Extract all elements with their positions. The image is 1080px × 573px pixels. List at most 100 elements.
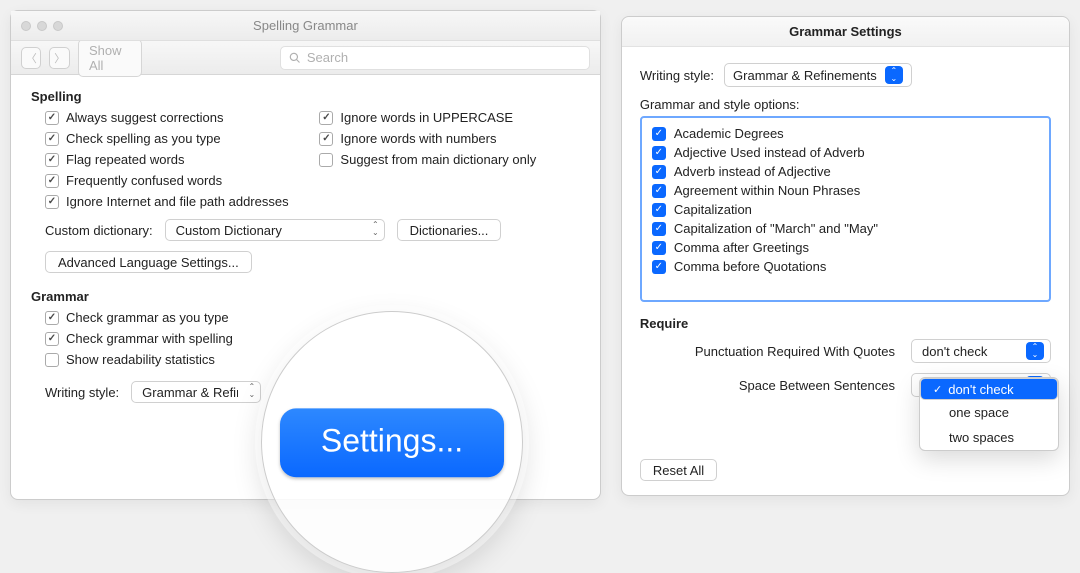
require-header: Require	[640, 316, 1051, 331]
grammar-option[interactable]: Capitalization of "March" and "May"	[648, 219, 1043, 238]
menu-item-label: don't check	[948, 382, 1013, 397]
writing-style-row: Writing style: Grammar & Refinements	[640, 63, 1051, 87]
checkbox-label: Suggest from main dictionary only	[340, 152, 536, 167]
reset-all-button[interactable]: Reset All	[640, 459, 717, 481]
menu-item[interactable]: one space	[920, 400, 1058, 425]
toolbar: 〈 〉 Show All Search	[11, 41, 600, 75]
checkbox-label: Frequently confused words	[66, 173, 222, 188]
checkbox-label: Check grammar as you type	[66, 310, 229, 325]
window-controls	[21, 21, 63, 31]
checkbox-icon	[45, 111, 59, 125]
grammar-checkbox[interactable]: Check grammar as you type	[45, 310, 305, 325]
checkbox-icon	[652, 146, 666, 160]
checkbox-icon	[45, 311, 59, 325]
show-all-button[interactable]: Show All	[78, 39, 142, 77]
checkbox-label: Ignore words with numbers	[340, 131, 496, 146]
grammar-checkbox[interactable]: Check grammar with spelling	[45, 331, 305, 346]
checkbox-icon	[652, 241, 666, 255]
writing-style-popup[interactable]: Grammar & Refinements	[724, 63, 912, 87]
option-label: Capitalization of "March" and "May"	[674, 221, 878, 236]
grammar-option[interactable]: Comma after Greetings	[648, 238, 1043, 257]
checkbox-label: Check spelling as you type	[66, 131, 221, 146]
writing-style-value: Grammar & Refinements	[733, 68, 877, 83]
checkbox-label: Ignore Internet and file path addresses	[66, 194, 289, 209]
updown-icon	[1026, 342, 1044, 360]
checkbox-icon	[652, 203, 666, 217]
dialog-footer: Reset All	[640, 459, 1051, 481]
advanced-language-settings-button[interactable]: Advanced Language Settings...	[45, 251, 252, 273]
checkbox-icon	[652, 222, 666, 236]
checkbox-label: Check grammar with spelling	[66, 331, 233, 346]
checkbox-icon	[45, 195, 59, 209]
custom-dictionary-value: Custom Dictionary	[176, 223, 282, 238]
grammar-option[interactable]: Adverb instead of Adjective	[648, 162, 1043, 181]
punctuation-value: don't check	[922, 344, 987, 359]
option-label: Comma after Greetings	[674, 240, 809, 255]
option-label: Adjective Used instead of Adverb	[674, 145, 865, 160]
checkbox-icon	[319, 153, 333, 167]
search-icon	[289, 52, 301, 64]
option-label: Academic Degrees	[674, 126, 784, 141]
checkbox-label: Always suggest corrections	[66, 110, 224, 125]
menu-item[interactable]: two spaces	[920, 425, 1058, 450]
option-label: Adverb instead of Adjective	[674, 164, 831, 179]
grammar-options-list[interactable]: Academic Degrees Adjective Used instead o…	[640, 116, 1051, 302]
grammar-option[interactable]: Agreement within Noun Phrases	[648, 181, 1043, 200]
writing-style-label: Writing style:	[640, 68, 714, 83]
spelling-checkbox[interactable]: Ignore words with numbers	[319, 131, 579, 146]
spelling-grammar-window: Spelling Grammar 〈 〉 Show All Search Spe…	[10, 10, 601, 500]
custom-dictionary-label: Custom dictionary:	[45, 223, 153, 238]
checkbox-label: Flag repeated words	[66, 152, 185, 167]
close-light[interactable]	[21, 21, 31, 31]
pane-body: Spelling Always suggest corrections Check…	[11, 75, 600, 423]
menu-item-label: two spaces	[949, 430, 1014, 445]
settings-button[interactable]: Settings...	[279, 408, 505, 477]
writing-style-value: Grammar & Refine	[142, 385, 238, 400]
grammar-option[interactable]: Comma before Quotations	[648, 257, 1043, 276]
writing-style-label: Writing style:	[45, 385, 119, 400]
writing-style-row: Writing style: Grammar & Refine ⌃⌄	[45, 381, 580, 403]
minimize-light[interactable]	[37, 21, 47, 31]
spelling-checkbox[interactable]: Check spelling as you type	[45, 131, 305, 146]
grammar-checkbox[interactable]: Show readability statistics	[45, 352, 305, 367]
search-field[interactable]: Search	[280, 46, 590, 70]
dictionaries-button[interactable]: Dictionaries...	[397, 219, 502, 241]
search-placeholder: Search	[307, 50, 348, 65]
checkbox-icon	[652, 127, 666, 141]
checkbox-icon	[45, 153, 59, 167]
grammar-option[interactable]: Capitalization	[648, 200, 1043, 219]
zoom-light[interactable]	[53, 21, 63, 31]
chevron-left-icon: 〈	[26, 50, 37, 66]
updown-icon: ⌃⌄	[248, 383, 255, 399]
options-header: Grammar and style options:	[640, 97, 1051, 112]
option-label: Comma before Quotations	[674, 259, 826, 274]
grammar-option[interactable]: Adjective Used instead of Adverb	[648, 143, 1043, 162]
space-label: Space Between Sentences	[640, 378, 899, 393]
spelling-checkbox[interactable]: Ignore Internet and file path addresses	[45, 194, 305, 209]
back-button[interactable]: 〈	[21, 47, 41, 69]
punctuation-select[interactable]: don't check	[911, 339, 1051, 363]
spelling-checkbox[interactable]: Flag repeated words	[45, 152, 305, 167]
writing-style-select[interactable]: Grammar & Refine ⌃⌄	[131, 381, 261, 403]
spelling-header: Spelling	[31, 89, 580, 104]
grammar-option[interactable]: Academic Degrees	[648, 124, 1043, 143]
spelling-checkbox[interactable]: Suggest from main dictionary only	[319, 152, 579, 167]
forward-button[interactable]: 〉	[49, 47, 69, 69]
titlebar: Spelling Grammar	[11, 11, 600, 41]
option-label: Capitalization	[674, 202, 752, 217]
updown-icon: ⌃⌄	[372, 221, 379, 237]
spelling-checkbox[interactable]: Always suggest corrections	[45, 110, 305, 125]
checkbox-label: Show readability statistics	[66, 352, 215, 367]
custom-dictionary-select[interactable]: Custom Dictionary ⌃⌄	[165, 219, 385, 241]
checkbox-label: Ignore words in UPPERCASE	[340, 110, 513, 125]
checkbox-icon	[319, 132, 333, 146]
grammar-settings-title: Grammar Settings	[622, 17, 1069, 47]
checkbox-icon	[652, 165, 666, 179]
checkbox-icon	[319, 111, 333, 125]
space-between-sentences-menu[interactable]: don't check one space two spaces	[919, 377, 1059, 451]
spelling-checkbox[interactable]: Frequently confused words	[45, 173, 305, 188]
checkbox-icon	[652, 260, 666, 274]
spelling-checkbox[interactable]: Ignore words in UPPERCASE	[319, 110, 579, 125]
grammar-settings-window: Grammar Settings Writing style: Grammar …	[621, 16, 1070, 496]
menu-item[interactable]: don't check	[920, 378, 1058, 400]
